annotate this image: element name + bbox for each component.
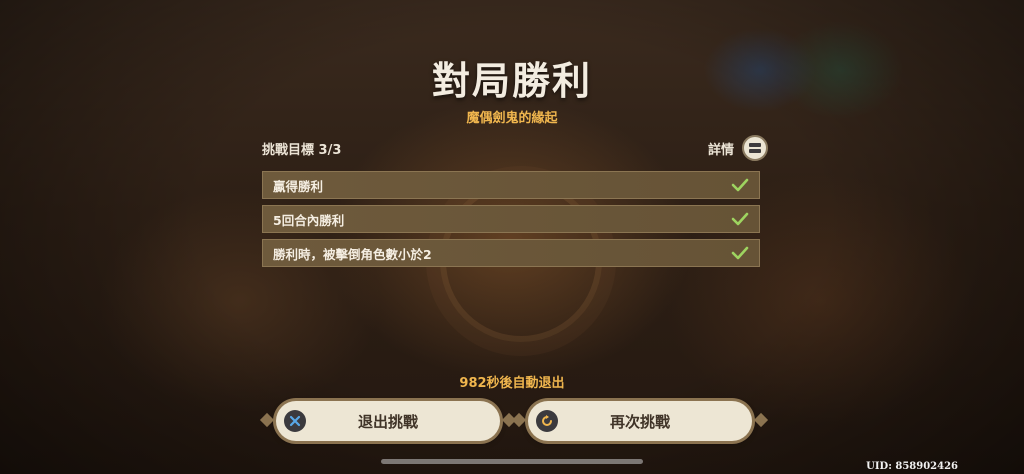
check-icon [731,178,749,192]
exit-challenge-label: 退出挑戰 [357,412,418,431]
retry-challenge-button[interactable]: 再次挑戰 [511,401,769,441]
check-icon [731,246,749,260]
home-indicator[interactable] [381,459,643,464]
task-item: 贏得勝利 [262,171,760,199]
challenge-task-list: 贏得勝利 5回合內勝利 勝利時，被擊倒角色數小於2 [262,171,760,273]
task-label: 勝利時，被擊倒角色數小於2 [273,246,432,262]
task-item: 5回合內勝利 [262,205,760,233]
task-item: 勝利時，被擊倒角色數小於2 [262,239,760,267]
challenge-name: 魔偶劍鬼的緣起 [466,111,558,126]
uid-label: UID: 858902426 [866,461,958,472]
task-label: 贏得勝利 [273,178,324,194]
details-link[interactable]: 詳情 [708,135,768,161]
challenge-progress: 挑戰目標 3/3 [262,142,342,158]
retry-icon [536,410,558,432]
auto-exit-countdown: 982秒後自動退出 [459,376,565,391]
exit-challenge-button[interactable]: 退出挑戰 [259,401,517,441]
close-icon [284,410,306,432]
check-icon [731,212,749,226]
retry-challenge-label: 再次挑戰 [609,412,670,431]
task-label: 5回合內勝利 [273,212,345,228]
result-title: 對局勝利 [431,59,592,103]
details-label: 詳情 [707,142,734,158]
challenge-header: 挑戰目標 3/3 詳情 [262,135,768,161]
book-icon[interactable] [742,135,768,161]
